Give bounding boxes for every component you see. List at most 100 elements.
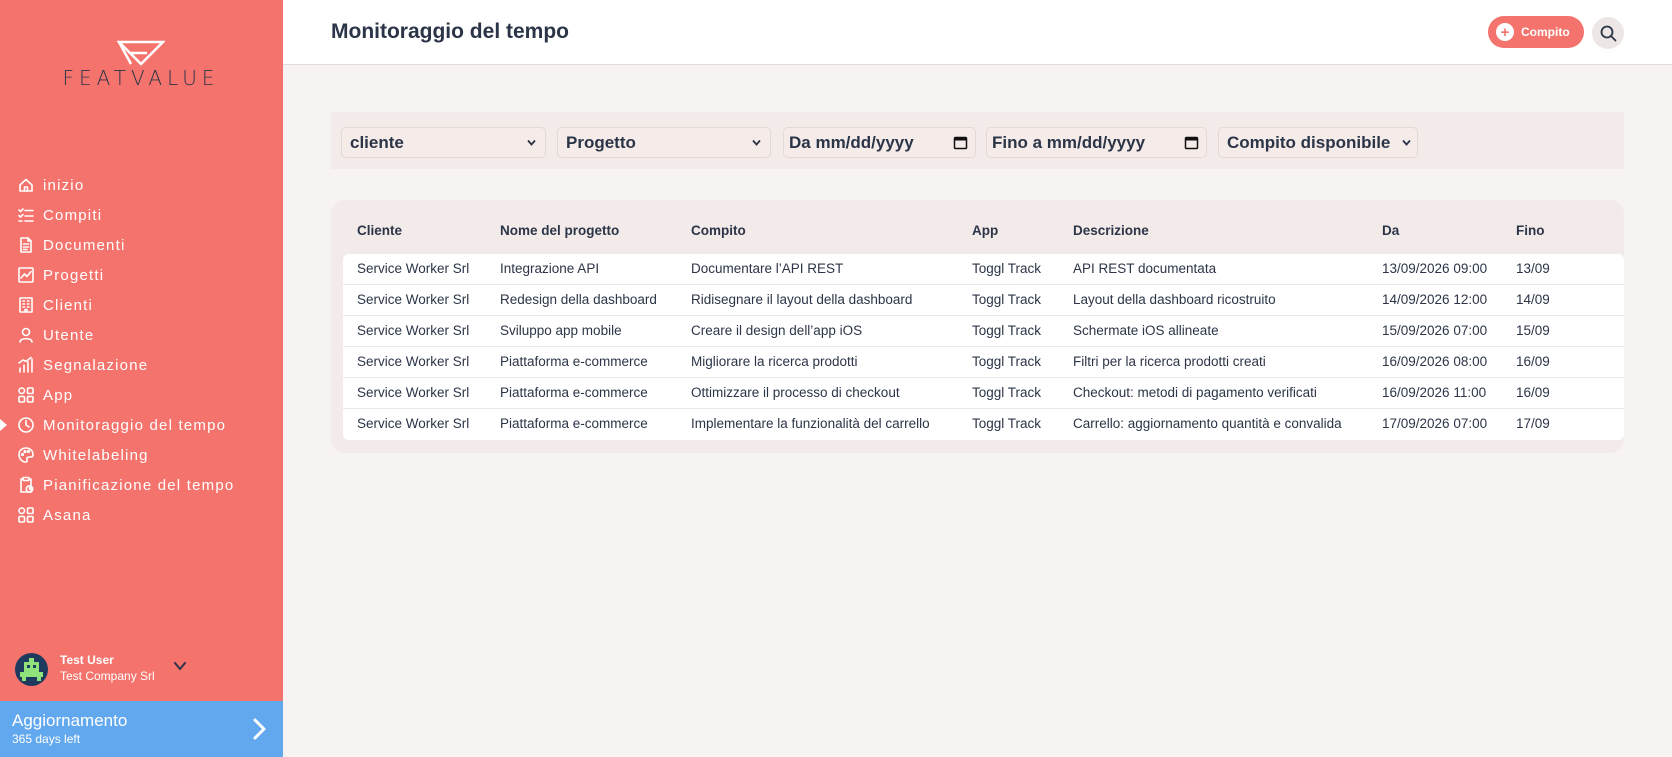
cell-project-name: Piattaforma e-commerce bbox=[500, 354, 648, 369]
page-title: Monitoraggio del tempo bbox=[331, 20, 569, 43]
cell-client: Service Worker Srl bbox=[357, 323, 470, 338]
cell-to: 17/09 bbox=[1516, 416, 1550, 431]
table-row[interactable]: Service Worker Srl Piattaforma e-commerce… bbox=[343, 347, 1624, 378]
column-header-task[interactable]: Compito bbox=[691, 223, 746, 238]
cell-to: 14/09 bbox=[1516, 292, 1550, 307]
chevron-down-icon[interactable] bbox=[173, 659, 187, 673]
cell-task: Documentare l’API REST bbox=[691, 261, 844, 276]
upgrade-days-left: 365 days left bbox=[12, 732, 81, 746]
sidebar-item-whitelabeling[interactable]: Whitelabeling bbox=[0, 440, 283, 470]
sidebar-item-asana[interactable]: Asana bbox=[0, 500, 283, 530]
cell-description: Carrello: aggiornamento quantità e conva… bbox=[1073, 416, 1342, 431]
sidebar-item-label: Segnalazione bbox=[43, 356, 149, 374]
date-to-value: Fino a mm/dd/yyyy bbox=[992, 132, 1146, 152]
project-select[interactable]: Progetto bbox=[557, 127, 771, 158]
sidebar-item-app[interactable]: App bbox=[0, 380, 283, 410]
cell-app: Toggl Track bbox=[972, 292, 1042, 307]
top-header: Monitoraggio del tempo + Compito bbox=[283, 0, 1672, 65]
logo-mark-icon bbox=[117, 40, 165, 66]
cell-to: 13/09 bbox=[1516, 261, 1550, 276]
cell-app: Toggl Track bbox=[972, 323, 1042, 338]
table-row[interactable]: Service Worker Srl Sviluppo app mobile Cre… bbox=[343, 316, 1624, 347]
cell-to: 16/09 bbox=[1516, 354, 1550, 369]
document-icon bbox=[17, 236, 35, 254]
cell-description: API REST documentata bbox=[1073, 261, 1217, 276]
column-header-client[interactable]: Cliente bbox=[357, 223, 402, 238]
sidebar-item-label: Compiti bbox=[43, 206, 103, 224]
cell-to: 16/09 bbox=[1516, 385, 1550, 400]
cell-description: Schermate iOS allineate bbox=[1073, 323, 1219, 338]
sidebar-item-segnalazione[interactable]: Segnalazione bbox=[0, 350, 283, 380]
time-entries-table: Cliente Nome del progetto Compito App Descri… bbox=[331, 200, 1624, 453]
cell-app: Toggl Track bbox=[972, 385, 1042, 400]
clock-icon bbox=[17, 416, 35, 434]
sidebar-item-clienti[interactable]: Clienti bbox=[0, 290, 283, 320]
sidebar-item-inizio[interactable]: inizio bbox=[0, 170, 283, 200]
table-row[interactable]: Service Worker Srl Piattaforma e-commerce… bbox=[343, 378, 1624, 409]
sidebar-item-pianificazione-del-tempo[interactable]: Pianificazione del tempo bbox=[0, 470, 283, 500]
user-menu[interactable]: Test User Test Company Srl bbox=[15, 651, 275, 689]
calendar-icon[interactable] bbox=[953, 135, 968, 150]
add-task-button[interactable]: + Compito bbox=[1488, 16, 1584, 48]
cell-description: Checkout: metodi di pagamento verificati bbox=[1073, 385, 1317, 400]
cell-project-name: Redesign della dashboard bbox=[500, 292, 657, 307]
building-icon bbox=[17, 296, 35, 314]
sidebar-item-utente[interactable]: Utente bbox=[0, 320, 283, 350]
cell-project-name: Sviluppo app mobile bbox=[500, 323, 622, 338]
column-header-description[interactable]: Descrizione bbox=[1073, 223, 1149, 238]
sidebar-item-label: inizio bbox=[43, 176, 85, 194]
user-icon bbox=[17, 326, 35, 344]
cell-from: 16/09/2026 08:00 bbox=[1382, 354, 1488, 369]
sidebar-item-compiti[interactable]: Compiti bbox=[0, 200, 283, 230]
sidebar-item-progetti[interactable]: Progetti bbox=[0, 260, 283, 290]
task-list-icon bbox=[17, 206, 35, 224]
column-header-project-name[interactable]: Nome del progetto bbox=[500, 223, 619, 238]
cell-from: 17/09/2026 07:00 bbox=[1382, 416, 1488, 431]
cell-to: 15/09 bbox=[1516, 323, 1550, 338]
date-from-input[interactable]: Da mm/dd/yyyy bbox=[783, 127, 976, 158]
sidebar-item-label: Asana bbox=[43, 506, 92, 524]
calendar-icon[interactable] bbox=[1184, 135, 1199, 150]
avatar bbox=[15, 653, 48, 686]
sidebar-item-label: Documenti bbox=[43, 236, 126, 254]
add-task-label: Compito bbox=[1521, 25, 1570, 39]
cell-from: 15/09/2026 07:00 bbox=[1382, 323, 1488, 338]
apps-grid-icon bbox=[17, 506, 35, 524]
task-select[interactable]: Compito disponibile bbox=[1218, 127, 1418, 158]
sidebar-item-label: Progetti bbox=[43, 266, 105, 284]
chevron-down-icon bbox=[1402, 139, 1411, 146]
table-row[interactable]: Service Worker Srl Piattaforma e-commerce… bbox=[343, 409, 1624, 440]
cell-project-name: Piattaforma e-commerce bbox=[500, 385, 648, 400]
client-select-value: cliente bbox=[350, 132, 404, 152]
table-row[interactable]: Service Worker Srl Redesign della dashboa… bbox=[343, 285, 1624, 316]
cell-project-name: Piattaforma e-commerce bbox=[500, 416, 648, 431]
home-icon bbox=[17, 176, 35, 194]
brand-logo[interactable]: FEATVALUE bbox=[56, 40, 226, 90]
sidebar-item-monitoraggio-del-tempo[interactable]: Monitoraggio del tempo bbox=[0, 410, 283, 440]
search-button[interactable] bbox=[1592, 17, 1624, 49]
project-select-value: Progetto bbox=[566, 132, 636, 152]
chevron-down-icon bbox=[752, 139, 761, 146]
client-select[interactable]: cliente bbox=[341, 127, 546, 158]
sidebar-item-label: Monitoraggio del tempo bbox=[43, 416, 227, 434]
sidebar-item-label: Utente bbox=[43, 326, 95, 344]
column-header-to[interactable]: Fino bbox=[1516, 223, 1545, 238]
cell-client: Service Worker Srl bbox=[357, 416, 470, 431]
cell-task: Implementare la funzionalità del carrell… bbox=[691, 416, 930, 431]
table-row[interactable]: Service Worker Srl Integrazione API Docume… bbox=[343, 254, 1624, 285]
sidebar-item-documenti[interactable]: Documenti bbox=[0, 230, 283, 260]
user-name: Test User bbox=[60, 653, 114, 667]
filter-bar: cliente Progetto Da mm/dd/yyyy Fino a mm… bbox=[331, 112, 1624, 169]
search-icon bbox=[1600, 25, 1616, 41]
cell-task: Migliorare la ricerca prodotti bbox=[691, 354, 858, 369]
chevron-right-icon bbox=[253, 718, 266, 740]
cell-from: 13/09/2026 09:00 bbox=[1382, 261, 1488, 276]
date-to-input[interactable]: Fino a mm/dd/yyyy bbox=[986, 127, 1207, 158]
cell-from: 16/09/2026 11:00 bbox=[1382, 385, 1487, 400]
column-header-from[interactable]: Da bbox=[1382, 223, 1399, 238]
upgrade-banner[interactable]: Aggiornamento 365 days left bbox=[0, 701, 283, 757]
task-select-value: Compito disponibile bbox=[1227, 132, 1391, 152]
sidebar-item-label: Whitelabeling bbox=[43, 446, 149, 464]
column-header-app[interactable]: App bbox=[972, 223, 998, 238]
cell-description: Filtri per la ricerca prodotti creati bbox=[1073, 354, 1266, 369]
